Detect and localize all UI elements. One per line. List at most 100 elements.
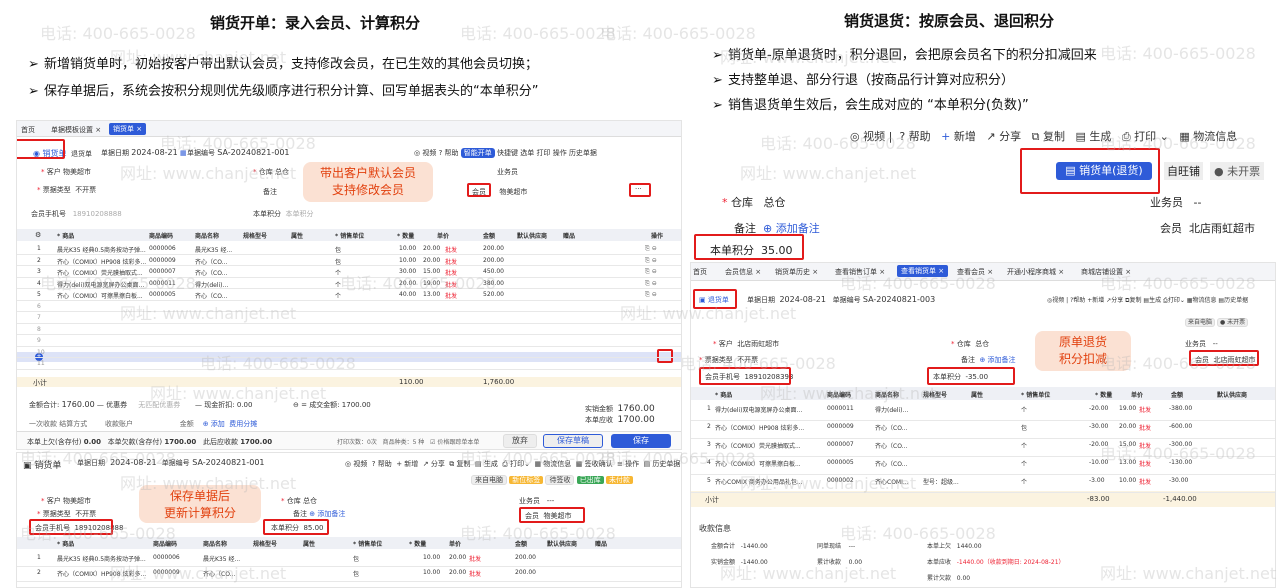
generate-button[interactable]: ▤ 生成 bbox=[1075, 130, 1111, 143]
subtotal-label: 小计 bbox=[705, 496, 719, 504]
tab-mall-settings[interactable]: 商城店铺设置 × bbox=[1081, 267, 1131, 277]
video-button[interactable]: ◎ 视频 bbox=[345, 460, 367, 468]
table-row[interactable] bbox=[17, 566, 681, 567]
member-more-icon[interactable]: ··· bbox=[635, 185, 642, 193]
tab-sales-history[interactable]: 销货单历史 × bbox=[775, 267, 818, 277]
table-cell: 得力(deli)双电源宽屏办公桌面... bbox=[57, 281, 145, 289]
print-button[interactable]: ⎙打印⌄ bbox=[1163, 297, 1185, 304]
smart-order-button[interactable]: 智能开单 bbox=[460, 148, 495, 158]
help-button[interactable]: ? 帮助 bbox=[439, 149, 459, 157]
history-button[interactable]: 历史单据 bbox=[569, 149, 597, 157]
table-row[interactable] bbox=[691, 420, 1275, 421]
doc-type-tab[interactable]: ▣ 销货单 bbox=[23, 458, 61, 471]
table-row[interactable] bbox=[691, 456, 1275, 457]
logistics-button[interactable]: ▦ 物流信息 bbox=[1179, 130, 1237, 143]
warehouse-field[interactable]: * 仓库 总仓 bbox=[253, 167, 289, 177]
grid-header-cell: 默认供应商 bbox=[1217, 392, 1248, 399]
print-button[interactable]: ⎙ 打印 ⌄ bbox=[1122, 130, 1169, 143]
col-settings-icon[interactable]: ⚙ bbox=[35, 231, 41, 239]
logistics-button[interactable]: ▦物流信息 bbox=[1187, 297, 1217, 304]
tab-view-member[interactable]: 查看会员 × bbox=[957, 267, 993, 277]
shortcut-button[interactable]: 快捷键 bbox=[497, 149, 518, 157]
remark-field[interactable]: 备注 ⊕ 添加备注 bbox=[961, 355, 1016, 365]
table-cell: 10.00 bbox=[423, 554, 441, 561]
highlight-row-action[interactable] bbox=[657, 349, 673, 363]
table-cell: 0000009 bbox=[149, 256, 176, 264]
tab-view-sales-doc[interactable]: 查看销货单 × bbox=[897, 265, 949, 277]
table-cell: 0000011 bbox=[149, 279, 176, 287]
table-row[interactable] bbox=[17, 345, 681, 347]
history-button[interactable]: ▤ 历史单据 bbox=[644, 460, 681, 468]
save-button[interactable]: 保存 bbox=[611, 434, 671, 448]
date-field[interactable]: 单据日期 2024-08-21 ▦ bbox=[101, 148, 187, 158]
row-action-icons[interactable]: ⎘ ⊖ bbox=[645, 245, 657, 253]
table-row[interactable] bbox=[691, 474, 1275, 475]
tab-home[interactable]: 首页 bbox=[21, 125, 35, 135]
tab-home[interactable]: 首页 bbox=[693, 267, 707, 277]
warehouse-field[interactable]: * 仓库 总仓 bbox=[722, 194, 786, 210]
print-button[interactable]: 打印 bbox=[536, 149, 550, 157]
share-button[interactable]: ↗ 分享 bbox=[423, 460, 445, 468]
table-row[interactable] bbox=[17, 334, 681, 335]
tab-view-sales-order[interactable]: 查看销售订单 × bbox=[835, 267, 885, 277]
new-button[interactable]: + 新增 bbox=[941, 130, 976, 143]
video-button[interactable]: ◎ 视频 bbox=[414, 149, 436, 157]
tab-member-info[interactable]: 会员信息 × bbox=[725, 267, 761, 277]
table-cell: 20.00 bbox=[449, 569, 467, 576]
remark-field[interactable]: 备注 ⊕ 添加备注 bbox=[293, 509, 345, 519]
copy-button[interactable]: ⧉ 复制 bbox=[449, 460, 470, 468]
sign-button[interactable]: ▦ 签收确认 bbox=[576, 460, 613, 468]
new-button[interactable]: +新增 bbox=[1087, 297, 1104, 304]
table-row[interactable] bbox=[17, 368, 681, 370]
help-button[interactable]: ? 帮助 bbox=[899, 130, 930, 143]
generate-button[interactable]: ▤生成 bbox=[1143, 297, 1161, 304]
generate-button[interactable]: ▤ 生成 bbox=[475, 460, 498, 468]
invoice-type-field[interactable]: * 票据类型 不开票 bbox=[37, 509, 96, 519]
invoice-type-field[interactable]: * 票据类型 不开票 bbox=[699, 355, 758, 365]
table-row[interactable] bbox=[17, 581, 681, 582]
payment-row[interactable]: 一次收款 结算方式 收款账户 金额 ⊕ 添加 费用分摊 bbox=[29, 419, 257, 429]
video-button[interactable]: ◎ 视频 bbox=[850, 130, 885, 143]
print-button[interactable]: ⎙ 打印⌄ bbox=[502, 460, 530, 468]
logistics-button[interactable]: ▦ 物流信息 bbox=[534, 460, 571, 468]
copy-button[interactable]: ⧉ 复制 bbox=[1032, 130, 1065, 143]
tab-sales-order[interactable]: 销货单 × bbox=[109, 123, 147, 135]
video-button[interactable]: ◎视频 bbox=[1047, 297, 1064, 304]
share-button[interactable]: ↗分享 bbox=[1106, 297, 1123, 304]
table-row[interactable] bbox=[17, 357, 681, 358]
help-button[interactable]: ? 帮助 bbox=[372, 460, 392, 468]
invoice-type-field[interactable]: * 票据类型 不开票 bbox=[37, 185, 96, 195]
discard-button[interactable]: 放弃 bbox=[503, 434, 537, 448]
copy-button[interactable]: ⧉复制 bbox=[1125, 297, 1141, 304]
row-action-icons[interactable]: ⎘ ⊖ bbox=[645, 257, 657, 265]
linked-sales-order-button[interactable]: ▤ 销货单(退货) bbox=[1056, 162, 1152, 180]
row-action-icons[interactable]: ⎘ ⊖ bbox=[645, 291, 657, 299]
table-row[interactable] bbox=[17, 322, 681, 324]
table-row[interactable] bbox=[17, 311, 681, 312]
phone-field[interactable]: 会员手机号 18910208888 bbox=[31, 209, 122, 219]
cash-discount[interactable]: — 现金折扣: 0.00 bbox=[195, 400, 252, 410]
select-button[interactable]: 选单 bbox=[520, 149, 534, 157]
customer-field[interactable]: * 客户 物美超市 bbox=[41, 167, 91, 177]
tab-open-mall[interactable]: 开通小程序商城 × bbox=[1007, 267, 1064, 277]
row-action-icons[interactable]: ⎘ ⊖ bbox=[645, 280, 657, 288]
more-button[interactable]: 操作 bbox=[553, 149, 567, 157]
warehouse-field[interactable]: * 仓库 总仓 bbox=[951, 339, 989, 349]
tab-template[interactable]: 单据模板设置 × bbox=[51, 125, 101, 135]
table-row[interactable] bbox=[691, 438, 1275, 439]
row-action-icons[interactable]: ⎘ ⊖ bbox=[645, 268, 657, 276]
help-button[interactable]: ?帮助 bbox=[1070, 297, 1085, 304]
new-button[interactable]: + 新增 bbox=[396, 460, 418, 468]
watermark-text: 电话: 400-665-0028 bbox=[600, 24, 756, 43]
warehouse-field[interactable]: * 仓库 总仓 bbox=[281, 496, 317, 506]
customer-field[interactable]: * 客户 北店雨虹超市 bbox=[713, 339, 779, 349]
operate-button[interactable]: ≡ 操作 bbox=[617, 460, 639, 468]
doc-sub-label[interactable]: 退货单 bbox=[71, 149, 92, 159]
share-button[interactable]: ↗ 分享 bbox=[986, 130, 1021, 143]
customer-field[interactable]: * 客户 物美超市 bbox=[41, 496, 91, 506]
save-draft-button[interactable]: 保存草稿 bbox=[543, 434, 603, 448]
history-button[interactable]: ▤历史单据 bbox=[1218, 297, 1248, 304]
table-row[interactable] bbox=[691, 492, 1275, 493]
subtotal-label: 小计 bbox=[33, 379, 47, 387]
watermark-text: 电话: 400-665-0028 bbox=[40, 24, 196, 43]
